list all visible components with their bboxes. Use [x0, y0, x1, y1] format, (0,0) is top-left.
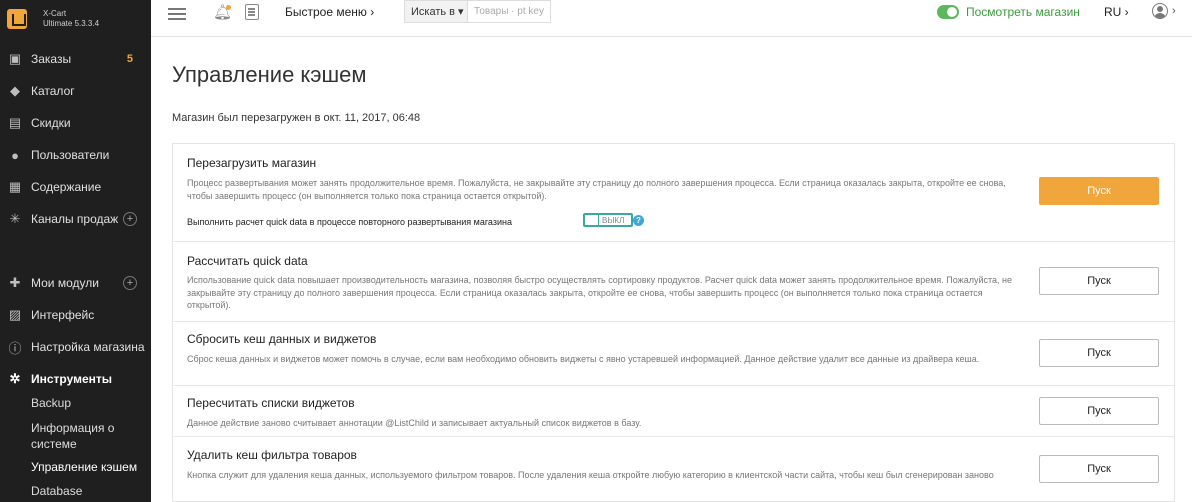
notification-dot [226, 5, 231, 10]
row-title: Перезагрузить магазин [187, 156, 317, 170]
sidebar-subitem-system-info[interactable]: Информация о системе [31, 420, 131, 452]
quick-data-option-label: Выполнить расчет quick data в процессе п… [187, 217, 512, 227]
sidebar-item-label: Скидки [31, 116, 71, 130]
sidebar-item-label: Заказы [31, 52, 72, 66]
row-title: Рассчитать quick data [187, 254, 308, 268]
info-icon: ⓘ [8, 340, 22, 356]
sidebar-item-label: Мои модули [31, 276, 99, 290]
row-description: Кнопка служит для удаления кеша данных, … [187, 470, 994, 480]
xcart-logo-icon [7, 8, 27, 29]
gift-icon: ▤ [8, 115, 22, 130]
image-icon: ▨ [8, 307, 22, 322]
cache-action-row-product-filter: Удалить кеш фильтра товаров Кнопка служи… [173, 436, 1174, 502]
sidebar-item-tools[interactable]: ✲ Инструменты [0, 365, 151, 393]
add-module-button[interactable]: + [123, 276, 137, 290]
gear-icon: ✲ [9, 371, 21, 386]
quick-data-start-button[interactable]: Пуск [1039, 267, 1159, 295]
brand[interactable]: X-Cart Ultimate 5.3.3.4 [0, 0, 151, 37]
add-sales-channel-button[interactable]: + [123, 212, 137, 226]
sidebar: X-Cart Ultimate 5.3.3.4 ▣ Заказы 5 ◆ Кат… [0, 0, 151, 502]
sidebar-item-my-modules[interactable]: ✚ Мои модули + [0, 269, 151, 297]
sidebar-item-sales-channels[interactable]: ✳ Каналы продаж + [0, 205, 151, 233]
content-icon: ▦ [8, 179, 22, 194]
switch-knob [585, 215, 599, 225]
page-title: Управление кэшем [172, 62, 367, 87]
sidebar-subitem-backup[interactable]: Backup [31, 396, 71, 410]
sidebar-item-label: Инструменты [31, 372, 113, 386]
quick-data-switch[interactable]: ВЫКЛ [583, 213, 633, 227]
view-store-link[interactable]: Посмотреть магазин [966, 5, 1080, 19]
sidebar-item-label: Каталог [31, 84, 75, 98]
brand-name: X-Cart [43, 8, 67, 18]
row-description: Использование quick data повышает произв… [187, 275, 1012, 310]
search-input[interactable] [468, 1, 550, 22]
sidebar-subitem-cache-management[interactable]: Управление кэшем [31, 460, 137, 474]
menu-icon[interactable] [168, 5, 186, 21]
cache-action-row-redeploy: Перезагрузить магазин Процесс развертыва… [173, 144, 1174, 241]
sidebar-item-interface[interactable]: ▨ Интерфейс [0, 301, 151, 329]
puzzle-icon: ✚ [9, 275, 21, 290]
orders-count-badge: 5 [126, 53, 133, 65]
reloaded-status: Магазин был перезагружен в окт. 11, 2017… [172, 112, 421, 124]
row-description: Данное действие заново считывает аннотац… [187, 418, 642, 428]
search-bar: Искать в ▾ [404, 0, 551, 23]
clear-cache-start-button[interactable]: Пуск [1039, 339, 1159, 367]
cache-actions-panel: Перезагрузить магазин Процесс развертыва… [172, 143, 1175, 502]
sidebar-item-label: Каналы продаж [31, 212, 119, 226]
widget-lists-start-button[interactable]: Пуск [1039, 397, 1159, 425]
storefront-toggle[interactable] [937, 5, 959, 19]
topbar: 🔔︎ Быстрое меню › Искать в ▾ Посмотреть … [151, 0, 1192, 37]
quick-menu-link[interactable]: Быстрое меню › [285, 5, 374, 19]
sidebar-subitem-database[interactable]: Database [31, 484, 82, 498]
users-icon: ● [11, 147, 19, 163]
document-icon[interactable] [245, 4, 259, 20]
sidebar-item-store-setup[interactable]: ⓘ Настройка магазина [0, 333, 151, 361]
sidebar-item-label: Пользователи [31, 148, 110, 162]
tag-icon: ◆ [10, 83, 20, 98]
row-title: Удалить кеш фильтра товаров [187, 448, 357, 462]
cache-action-row-quick-data: Рассчитать quick data Использование quic… [173, 241, 1174, 321]
sidebar-item-orders[interactable]: ▣ Заказы 5 [0, 45, 151, 73]
help-icon[interactable]: ? [633, 215, 644, 226]
brand-version: Ultimate 5.3.3.4 [43, 18, 100, 28]
row-title: Пересчитать списки виджетов [187, 396, 355, 410]
brand-text: X-Cart Ultimate 5.3.3.4 [43, 9, 99, 29]
cache-action-row-widget-lists: Пересчитать списки виджетов Данное дейст… [173, 385, 1174, 436]
user-menu-chevron-icon[interactable]: › [1172, 5, 1176, 17]
cache-action-row-clear-cache: Сбросить кеш данных и виджетов Сброс кеш… [173, 321, 1174, 385]
user-icon[interactable] [1152, 3, 1168, 19]
language-select[interactable]: RU › [1104, 5, 1129, 19]
sidebar-item-label: Настройка магазина [31, 340, 145, 354]
row-description: Процесс развертывания может занять продо… [187, 178, 1006, 201]
row-title: Сбросить кеш данных и виджетов [187, 332, 377, 346]
switch-label: ВЫКЛ [602, 215, 625, 225]
sidebar-item-content[interactable]: ▦ Содержание [0, 173, 151, 201]
sales-channels-icon: ✳ [9, 211, 21, 226]
search-scope-select[interactable]: Искать в ▾ [405, 1, 468, 22]
sidebar-item-label: Содержание [31, 180, 102, 194]
sidebar-item-discounts[interactable]: ▤ Скидки [0, 109, 151, 137]
row-description: Сброс кеша данных и виджетов может помоч… [187, 354, 980, 364]
orders-icon: ▣ [8, 51, 22, 66]
sidebar-item-label: Интерфейс [31, 308, 95, 322]
redeploy-start-button[interactable]: Пуск [1039, 177, 1159, 205]
sidebar-item-catalog[interactable]: ◆ Каталог [0, 77, 151, 105]
sidebar-item-users[interactable]: ● Пользователи [0, 141, 151, 169]
product-filter-start-button[interactable]: Пуск [1039, 455, 1159, 483]
